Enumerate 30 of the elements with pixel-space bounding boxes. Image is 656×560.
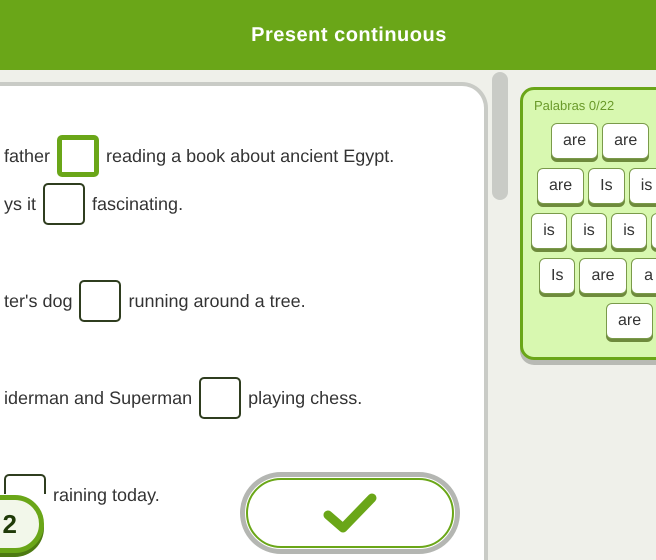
word-chip[interactable]: is [611,213,647,249]
word-chip[interactable]: is [531,213,567,249]
sentence-text: father [4,144,50,168]
word-count-label: Palabras 0/22 [533,97,616,114]
sentence-text: fascinating. [92,192,184,216]
word-chip[interactable]: Is [539,258,576,294]
word-chip[interactable]: are [579,258,627,294]
word-chip[interactable]: is [628,168,656,204]
scrollbar-thumb[interactable] [492,72,508,200]
question-number: 2 [2,508,17,540]
sentence-text: reading a book about ancient Egypt. [106,144,394,168]
sentence-text: running around a tree. [128,290,306,313]
word-chip[interactable]: are [537,168,584,204]
word-chip[interactable]: a [630,258,656,294]
sentence-text: iderman and Superman [4,386,192,410]
answer-box[interactable] [4,474,46,494]
word-chip[interactable]: are [606,303,654,339]
answer-box[interactable] [43,183,86,225]
sentence-text: ys it [4,192,36,216]
answer-box[interactable] [79,280,122,322]
sentence-text: raining today. [53,484,160,507]
word-chip[interactable]: are [602,123,650,159]
sentence-text: playing chess. [248,386,362,410]
answer-box[interactable] [199,377,242,419]
sentence-text: ter's dog [4,290,72,313]
word-chip[interactable]: Is [588,168,625,204]
checkmark-icon [323,492,377,534]
word-chip[interactable]: are [551,123,598,159]
word-chip[interactable]: is [571,213,607,249]
page-title: Present continuous [251,23,447,48]
